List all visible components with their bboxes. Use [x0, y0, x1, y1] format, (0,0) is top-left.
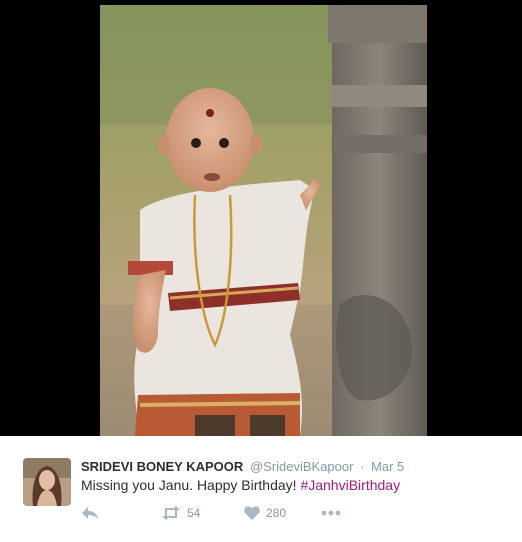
reply-button[interactable]: [81, 502, 99, 524]
retweet-button[interactable]: 54: [161, 502, 200, 524]
reply-icon: [81, 506, 99, 520]
like-count: 280: [266, 506, 287, 520]
author-name[interactable]: SRIDEVI BONEY KAPOOR: [81, 459, 243, 474]
author-handle[interactable]: @SrideviBKapoor: [250, 459, 354, 474]
meta-separator: ·: [360, 459, 365, 474]
tweet-header: SRIDEVI BONEY KAPOOR @SrideviBKapoor · M…: [81, 458, 404, 476]
retweet-icon: [161, 506, 181, 520]
avatar[interactable]: [23, 458, 71, 506]
retweet-count: 54: [187, 506, 201, 520]
more-button[interactable]: [321, 502, 341, 524]
tweet-timestamp[interactable]: Mar 5: [371, 459, 404, 474]
like-button[interactable]: 280: [244, 502, 286, 524]
more-dots-icon: [321, 510, 341, 516]
tweet-text: Missing you Janu. Happy Birthday! #Janhv…: [81, 476, 400, 494]
hashtag-link[interactable]: #JanhviBirthday: [300, 477, 400, 493]
media-viewer: [0, 0, 522, 436]
tweet-actions: 54 280: [81, 502, 381, 524]
heart-icon: [244, 506, 260, 520]
tweet-photo[interactable]: [100, 5, 427, 436]
tweet-card: SRIDEVI BONEY KAPOOR @SrideviBKapoor · M…: [0, 436, 522, 542]
tweet-body: Missing you Janu. Happy Birthday!: [81, 477, 301, 493]
